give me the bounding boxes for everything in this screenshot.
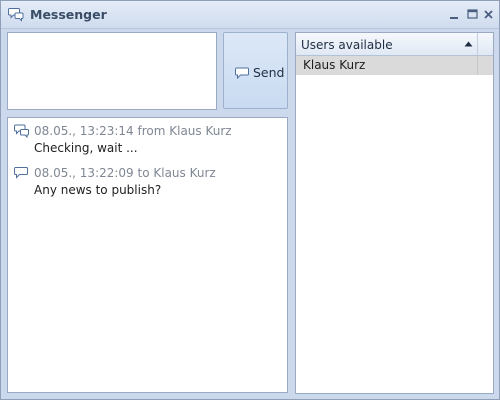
send-button[interactable]: Send <box>223 32 288 109</box>
speech-bubble-icon <box>14 167 28 179</box>
window-title: Messenger <box>30 7 107 22</box>
chat-bubbles-icon <box>8 8 24 22</box>
message-text: Checking, wait ... <box>34 141 138 155</box>
minimize-icon[interactable] <box>448 8 461 21</box>
message-history[interactable]: 08.05., 13:23:14 from Klaus Kurz Checkin… <box>7 117 288 393</box>
message-input[interactable] <box>7 32 217 110</box>
message-text: Any news to publish? <box>34 183 162 197</box>
maximize-icon[interactable] <box>466 8 479 21</box>
messenger-window: Messenger Send 08.05., 13:23:14 from Kla… <box>0 0 500 400</box>
message-meta: 08.05., 13:22:09 to Klaus Kurz <box>34 166 216 180</box>
user-row-klaus-kurz[interactable]: Klaus Kurz <box>296 56 493 75</box>
close-icon[interactable] <box>482 8 495 21</box>
column-divider <box>477 56 478 75</box>
speech-bubble-icon <box>235 67 249 79</box>
user-name: Klaus Kurz <box>303 58 366 72</box>
sort-ascending-icon[interactable] <box>464 41 473 47</box>
users-list[interactable]: Users available Klaus Kurz <box>295 32 494 394</box>
chat-bubbles-icon <box>14 124 29 138</box>
message-meta: 08.05., 13:23:14 from Klaus Kurz <box>34 124 232 138</box>
users-column-header[interactable]: Users available <box>296 33 493 56</box>
send-button-label: Send <box>253 65 285 80</box>
column-divider[interactable] <box>477 33 478 55</box>
title-bar[interactable]: Messenger <box>1 1 499 29</box>
users-header-label: Users available <box>301 38 393 52</box>
